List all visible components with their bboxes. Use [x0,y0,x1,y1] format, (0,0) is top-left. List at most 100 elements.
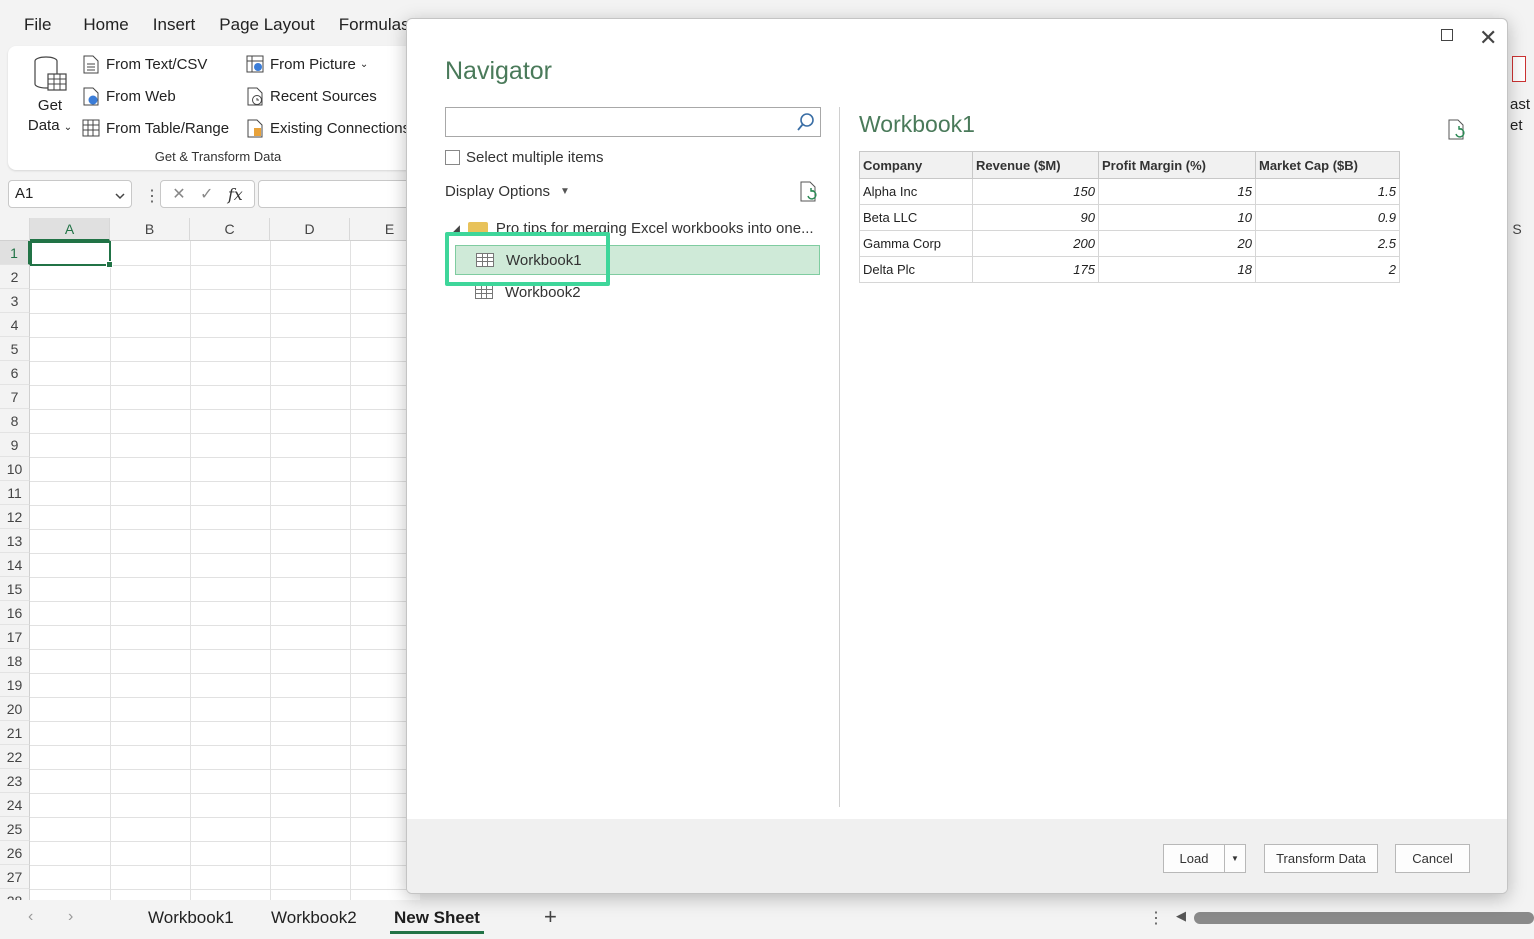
row-header[interactable]: 4 [0,313,30,337]
row-header[interactable]: 16 [0,601,30,625]
more-options-icon[interactable]: ⋮ [1148,908,1164,928]
ribbon-partial-text-1: ast [1510,96,1531,113]
load-button[interactable]: Load [1163,844,1225,873]
row-header[interactable]: 7 [0,385,30,409]
navigator-dialog: Navigator ✕ Select multiple items Displa… [406,18,1508,894]
row-header[interactable]: 25 [0,817,30,841]
refresh-icon[interactable] [799,181,819,203]
name-box[interactable]: A1 [8,180,132,208]
horizontal-scrollbar[interactable] [1194,912,1534,924]
table-cell: 1.5 [1255,178,1400,205]
selected-cell-a1[interactable] [30,241,113,268]
column-header-b[interactable]: B [110,218,190,241]
fx-icon[interactable]: fx [228,185,243,204]
row-header[interactable]: 20 [0,697,30,721]
prev-sheet-icon[interactable]: ‹ [28,908,33,926]
row-header[interactable]: 14 [0,553,30,577]
row-header[interactable]: 21 [0,721,30,745]
more-options-icon[interactable]: ⋮ [144,186,160,206]
menu-insert[interactable]: Insert [153,15,196,35]
add-sheet-icon[interactable]: + [544,904,557,930]
formula-controls: ✕ ✓ fx [160,180,255,208]
select-multiple-checkbox[interactable] [445,150,460,165]
get-data-button[interactable]: Get Data ⌄ [22,54,78,138]
grid-line [30,529,420,530]
row-header[interactable]: 26 [0,841,30,865]
grid-line [30,697,420,698]
caret-down-icon: ▼ [560,186,570,197]
load-dropdown-button[interactable]: ▼ [1224,844,1246,873]
row-header[interactable]: 27 [0,865,30,889]
select-all-corner[interactable] [0,218,30,241]
search-icon[interactable] [796,112,816,132]
row-header[interactable]: 10 [0,457,30,481]
sheet-tab-new-sheet[interactable]: New Sheet [390,908,484,934]
search-input[interactable] [445,107,821,137]
next-sheet-icon[interactable]: › [68,908,73,926]
row-header[interactable]: 18 [0,649,30,673]
row-header[interactable]: 22 [0,745,30,769]
existing-connections-button[interactable]: Existing Connections [246,118,410,138]
column-header-a[interactable]: A [30,218,110,241]
table-row: Alpha Inc 150 15 1.5 [859,178,1400,205]
row-header[interactable]: 24 [0,793,30,817]
cancel-button[interactable]: Cancel [1395,844,1470,873]
formula-input[interactable] [258,180,418,208]
row-header[interactable]: 9 [0,433,30,457]
maximize-icon[interactable] [1441,29,1453,41]
from-text-csv-button[interactable]: From Text/CSV [82,54,207,74]
check-icon[interactable]: ✓ [200,184,213,204]
column-header-d[interactable]: D [270,218,350,241]
row-header[interactable]: 1 [0,241,30,265]
column-header: Market Cap ($B) [1255,151,1400,179]
grid-line [30,361,420,362]
get-data-label-1: Get [37,97,63,114]
close-icon[interactable]: ✕ [1479,25,1497,51]
row-header[interactable]: 15 [0,577,30,601]
from-table-range-button[interactable]: From Table/Range [82,118,229,138]
table-cell: Beta LLC [859,204,973,231]
column-header: Revenue ($M) [972,151,1099,179]
transform-data-button[interactable]: Transform Data [1264,844,1378,873]
from-picture-button[interactable]: From Picture ⌄ [246,54,368,74]
grid-line [30,577,420,578]
row-header[interactable]: 19 [0,673,30,697]
table-icon [475,285,493,299]
grid-line [30,385,420,386]
table-cell: 2 [1255,256,1400,283]
column-header-c[interactable]: C [190,218,270,241]
row-header[interactable]: 2 [0,265,30,289]
from-web-button[interactable]: From Web [82,86,176,106]
menu-formulas[interactable]: Formulas [339,15,410,35]
row-header[interactable]: 13 [0,529,30,553]
menu-file[interactable]: File [24,15,51,35]
forecast-sheet-icon [1512,56,1526,82]
table-cell: 150 [972,178,1099,205]
grid-line [30,721,420,722]
database-icon [32,54,68,94]
grid-line [30,745,420,746]
display-options-button[interactable]: Display Options ▼ [445,183,570,200]
refresh-preview-icon[interactable] [1447,119,1467,141]
row-header[interactable]: 3 [0,289,30,313]
recent-file-icon [246,86,264,106]
chevron-down-icon: ⌄ [63,122,73,133]
recent-sources-button[interactable]: Recent Sources [246,86,377,106]
row-header[interactable]: 6 [0,361,30,385]
scroll-left-icon[interactable]: ◀ [1176,908,1186,924]
menu-home[interactable]: Home [83,15,128,35]
grid-line [30,505,420,506]
row-header[interactable]: 5 [0,337,30,361]
sheet-tab-workbook2[interactable]: Workbook2 [271,908,357,928]
sheet-tab-workbook1[interactable]: Workbook1 [148,908,234,928]
grid-line [30,889,420,890]
row-header[interactable]: 23 [0,769,30,793]
row-header[interactable]: 12 [0,505,30,529]
menu-page-layout[interactable]: Page Layout [219,15,314,35]
row-header[interactable]: 11 [0,481,30,505]
cancel-icon[interactable]: ✕ [172,184,185,204]
grid-line [30,769,420,770]
select-multiple-row[interactable]: Select multiple items [445,149,604,166]
row-header[interactable]: 17 [0,625,30,649]
row-header[interactable]: 8 [0,409,30,433]
